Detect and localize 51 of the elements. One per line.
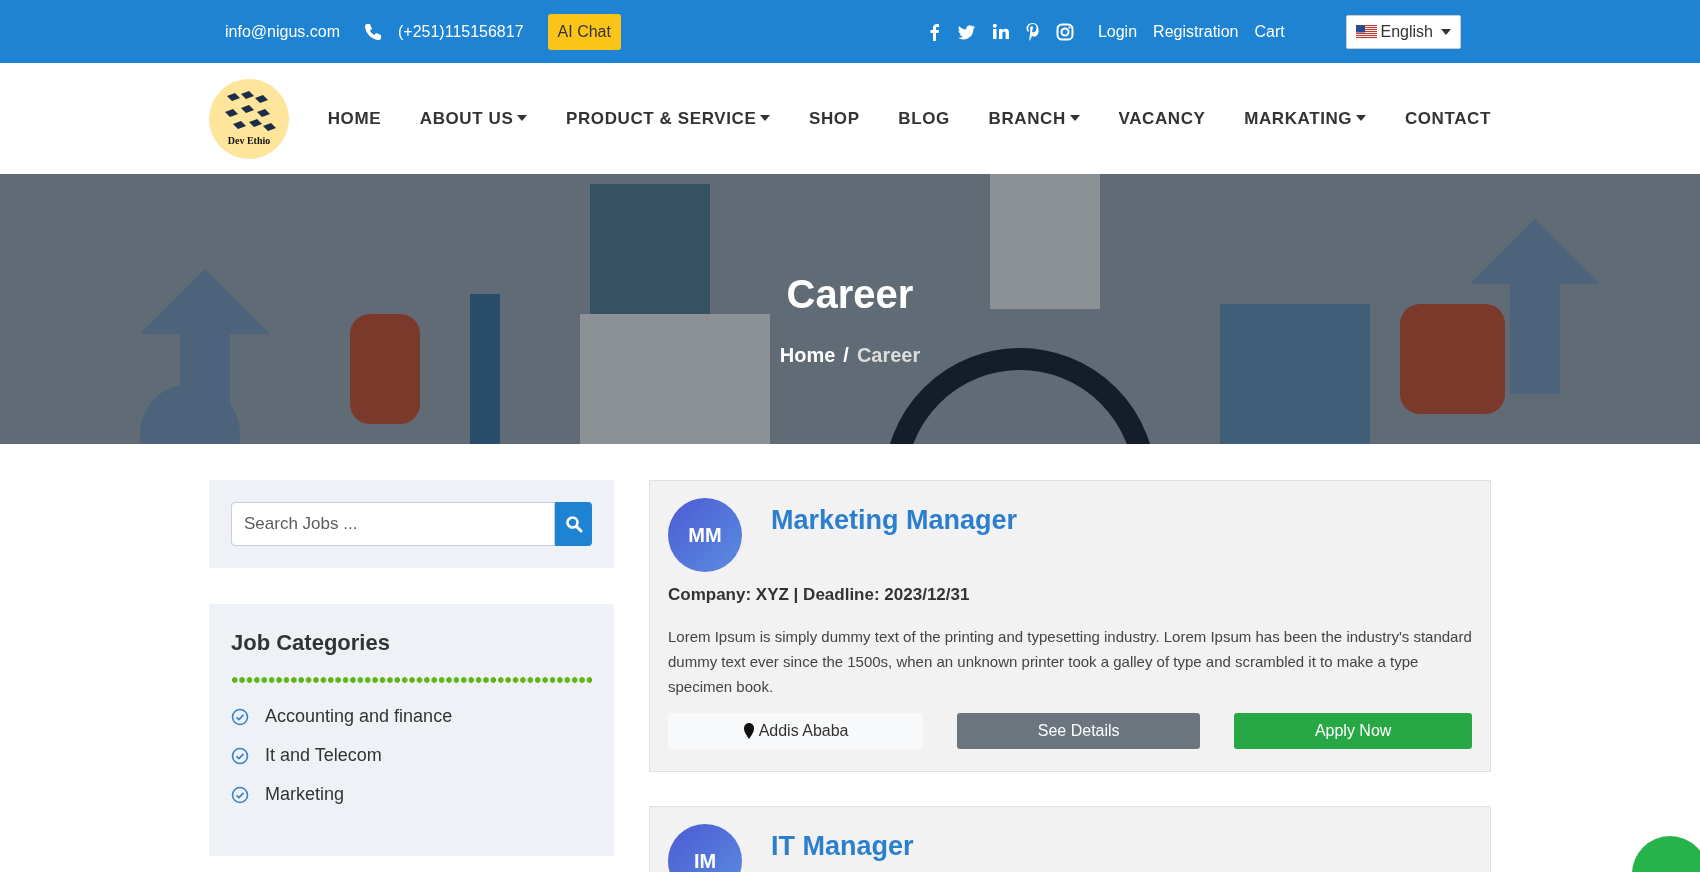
phone-number: (+251)115156817 — [397, 21, 524, 42]
caret-icon — [1069, 114, 1080, 121]
twitter-icon[interactable] — [956, 23, 976, 40]
check-circle-icon — [231, 785, 249, 804]
nav-link[interactable]: PRODUCT & SERVICE — [566, 105, 771, 132]
job-description: Lorem Ipsum is simply dummy text of the printing and typesetting industry. Lorem Ipsum has been the industry's standard dummy text ever since the 1500s, when an unknown printer took a galley of type and scrambled it to make a type specimen book. — [668, 626, 1472, 697]
phone-icon — [363, 22, 382, 41]
email-link[interactable]: info@nigus.com — [225, 19, 340, 44]
search-button[interactable] — [555, 502, 592, 546]
language-dropdown[interactable]: English — [1345, 14, 1461, 49]
check-circle-icon — [231, 707, 249, 726]
job-meta: Company: XYZ | Deadline: 2023/12/31 — [668, 584, 971, 606]
see-details-button[interactable]: See Details — [957, 712, 1201, 749]
initials-avatar: IM — [668, 823, 742, 872]
nav-link[interactable]: BRANCH — [988, 105, 1080, 132]
top-link[interactable]: Login — [1097, 19, 1138, 44]
caret-icon — [760, 114, 771, 121]
page-title: Career — [786, 271, 914, 318]
job-title[interactable]: Marketing Manager — [771, 500, 1018, 572]
initials-avatar: MM — [668, 498, 742, 572]
nav-link[interactable]: MARKATING — [1244, 105, 1367, 132]
nav-link[interactable]: VACANCY — [1118, 105, 1206, 132]
nav-link[interactable]: CONTACT — [1404, 105, 1491, 132]
category-link[interactable]: It and Telecom — [265, 742, 382, 769]
nav-link[interactable]: BLOG — [898, 105, 950, 132]
nav-link[interactable]: HOME — [327, 105, 382, 132]
check-circle-icon — [231, 746, 249, 765]
location-text: Addis Ababa — [758, 720, 849, 741]
linkedin-icon[interactable] — [991, 23, 1009, 40]
top-link[interactable]: Registration — [1153, 19, 1239, 44]
top-link[interactable]: Cart — [1254, 19, 1285, 44]
breadcrumb-item[interactable]: Home — [779, 340, 836, 370]
ai-chat-button[interactable]: AI Chat — [547, 13, 621, 50]
search-field[interactable]: Search Jobs ... — [231, 502, 556, 546]
nav-link[interactable]: SHOP — [809, 105, 860, 132]
logo-text: Dev Ethio — [227, 134, 271, 148]
search-icon — [564, 515, 583, 533]
breadcrumb-item: Career — [856, 343, 921, 368]
job-title[interactable]: IT Manager — [771, 825, 914, 872]
logo[interactable]: Dev Ethio — [209, 78, 289, 159]
breadcrumb-separator: / — [843, 343, 849, 368]
caret-icon — [517, 114, 528, 121]
map-pin-icon — [742, 722, 755, 739]
panel-title: Job Categories — [231, 629, 391, 657]
nav-link[interactable]: ABOUT US — [419, 105, 528, 132]
instagram-icon[interactable] — [1055, 22, 1074, 41]
category-link[interactable]: Marketing — [265, 781, 345, 808]
caret-icon — [1356, 114, 1367, 121]
pinterest-icon[interactable] — [1024, 22, 1040, 41]
us-flag-icon — [1355, 24, 1377, 39]
category-link[interactable]: Accounting and finance — [265, 703, 453, 730]
